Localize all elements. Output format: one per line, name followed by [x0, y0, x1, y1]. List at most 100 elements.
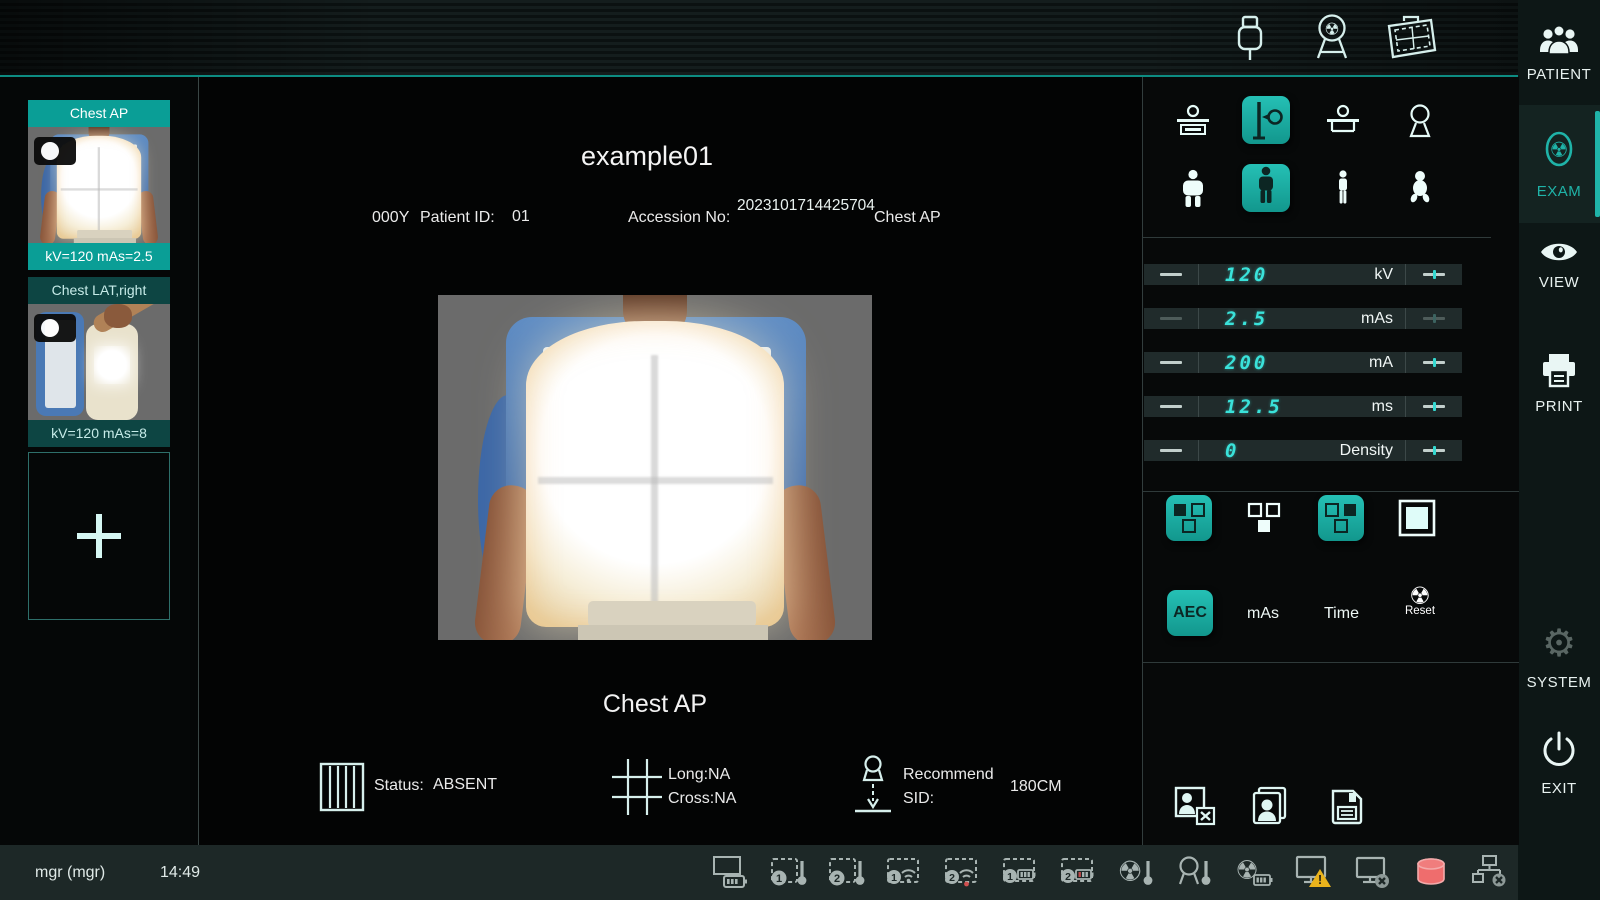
mode-time-button[interactable]: Time: [1324, 605, 1359, 623]
aec-left-chamber-button[interactable]: [1166, 495, 1212, 541]
receptor-table-bucky-button[interactable]: [1169, 99, 1217, 147]
density-unit-label: Density: [1339, 441, 1393, 459]
body-type-large-adult-button[interactable]: [1169, 167, 1217, 215]
positioning-guide-image: [438, 295, 872, 640]
exam-control-panel: 120 kV 2.5 mAs 200 mA 12.5 ms 0 Density: [1142, 77, 1519, 845]
thumbnail-chest-ap[interactable]: Chest AP kV=120 mAs=2.5: [28, 100, 170, 270]
detector2-battery-icon: 2: [1061, 858, 1094, 883]
mas-increase-button[interactable]: [1405, 308, 1462, 329]
patient-id-value: 01: [512, 208, 530, 225]
grid-icon: [319, 762, 365, 812]
density-decrease-button[interactable]: [1144, 440, 1199, 461]
gear-icon: ⚙: [1518, 622, 1600, 666]
nav-system[interactable]: ⚙ SYSTEM: [1518, 622, 1600, 691]
ms-unit-label: ms: [1371, 397, 1393, 415]
console-battery-icon: [713, 856, 747, 888]
main-nav-sidebar: PATIENT ☢ EXAM VIEW PRINT ⚙ SYSTEM EXIT: [1518, 0, 1600, 900]
thumbnail-chest-lat[interactable]: Chest LAT,right kV=120 mAs=8: [28, 277, 170, 447]
adult-icon: [1259, 166, 1273, 203]
svg-text:2: 2: [834, 873, 840, 885]
nav-view[interactable]: VIEW: [1518, 238, 1600, 291]
free-exposure-icon: [1409, 104, 1431, 138]
workstation-warning-icon: !: [1295, 855, 1331, 887]
save-image-button[interactable]: [1329, 787, 1365, 827]
storage-full-icon: [1417, 858, 1445, 885]
xray-tube-icon: ☢: [1316, 14, 1348, 59]
reset-label: Reset: [1404, 605, 1436, 617]
delete-image-button[interactable]: [1173, 785, 1217, 827]
generator-reset-button[interactable]: ☢ Reset: [1398, 584, 1442, 617]
camera-icon: [34, 314, 76, 342]
mode-aec-label: AEC: [1173, 604, 1207, 621]
copy-image-button[interactable]: [1249, 785, 1291, 827]
exam-main-area: example01 000Y Patient ID: 01 Accession …: [198, 77, 1142, 845]
mas-decrease-button[interactable]: [1144, 308, 1199, 329]
save-icon: [1331, 789, 1363, 825]
detector2-signal-icon: 2: [945, 858, 977, 887]
receptor-table-top-button[interactable]: [1319, 99, 1367, 147]
aec-full-field-button[interactable]: [1394, 495, 1440, 541]
nav-exam[interactable]: ☢ EXAM: [1518, 105, 1600, 223]
add-view-button[interactable]: [28, 452, 170, 620]
patient-age: 000Y: [372, 209, 410, 226]
svg-text:1: 1: [776, 873, 782, 885]
view-name: Chest AP: [874, 209, 941, 226]
aec-right-chamber-button[interactable]: [1318, 495, 1364, 541]
patient-id-label: Patient ID:: [420, 209, 495, 226]
accession-value: 2023101714425704: [737, 197, 875, 214]
logged-in-user: mgr (mgr): [35, 864, 106, 881]
mas-unit-label: mAs: [1361, 309, 1393, 327]
panel-divider: [1143, 491, 1519, 492]
device-status-icons: 1 2 1 2 1 2 ☢ ☢ !: [712, 853, 1510, 891]
nav-patient[interactable]: PATIENT: [1518, 24, 1600, 83]
slim-adult-icon: [1339, 170, 1347, 204]
ms-control-row: 12.5 ms: [1144, 396, 1462, 418]
receptor-free-exposure-button[interactable]: [1396, 99, 1444, 147]
mode-aec-button[interactable]: AEC: [1167, 590, 1213, 636]
body-type-child-button[interactable]: [1396, 167, 1444, 215]
usb-connection-icon: [1237, 15, 1263, 60]
eye-icon: [1518, 238, 1600, 266]
nav-print[interactable]: PRINT: [1518, 352, 1600, 415]
large-adult-icon: [1183, 169, 1203, 207]
svg-text:2: 2: [949, 872, 955, 884]
network-disconnected-icon: [1472, 855, 1506, 887]
ma-increase-button[interactable]: [1405, 352, 1462, 373]
clock: 14:49: [160, 864, 201, 881]
kv-unit-label: kV: [1374, 265, 1393, 283]
mode-mas-button[interactable]: mAs: [1247, 605, 1279, 623]
recommend-label: Recommend: [903, 766, 994, 783]
receptor-wall-stand-button[interactable]: [1242, 96, 1290, 144]
table-top-icon: [1327, 104, 1359, 133]
radiation-oval-icon: ☢: [1518, 105, 1600, 175]
flat-detector-icon: [1387, 15, 1437, 59]
nav-exit[interactable]: EXIT: [1518, 730, 1600, 797]
view-thumbnail-panel: Chest AP kV=120 mAs=2.5 Chest LAT,right …: [0, 77, 199, 845]
grid-status-value: ABSENT: [433, 776, 498, 793]
ms-increase-button[interactable]: [1405, 396, 1462, 417]
ma-unit-label: mA: [1369, 353, 1393, 371]
kv-decrease-button[interactable]: [1144, 264, 1199, 285]
system-status-bar: mgr (mgr) 14:49 1 2 1 2 1 2 ☢ ☢ !: [0, 845, 1518, 900]
power-icon: [1518, 730, 1600, 772]
delete-image-icon: [1174, 786, 1216, 826]
table-bucky-icon: [1177, 104, 1209, 135]
svg-text:⚙: ⚙: [1542, 622, 1576, 665]
aec-center-chamber-button[interactable]: [1241, 495, 1287, 541]
collimator-temperature-icon: [1178, 856, 1211, 885]
detector1-signal-icon: 1: [887, 858, 919, 884]
ms-decrease-button[interactable]: [1144, 396, 1199, 417]
detector1-battery-icon: 1: [1003, 858, 1036, 883]
body-type-adult-button[interactable]: [1242, 164, 1290, 212]
accession-label: Accession No:: [628, 209, 731, 226]
camera-icon: [34, 137, 76, 165]
panel-divider: [1143, 237, 1491, 238]
collimation-long-value: Long:NA: [668, 766, 731, 783]
acquisition-workstation: ☢ PATIENT ☢ EXAM VIEW PRINT ⚙ SYSTEM EXI…: [0, 0, 1600, 900]
kv-increase-button[interactable]: [1405, 264, 1462, 285]
aec-full-field-icon: [1398, 499, 1436, 537]
body-type-slim-adult-button[interactable]: [1319, 167, 1367, 215]
ma-decrease-button[interactable]: [1144, 352, 1199, 373]
collimation-icon: [612, 759, 662, 815]
density-increase-button[interactable]: [1405, 440, 1462, 461]
